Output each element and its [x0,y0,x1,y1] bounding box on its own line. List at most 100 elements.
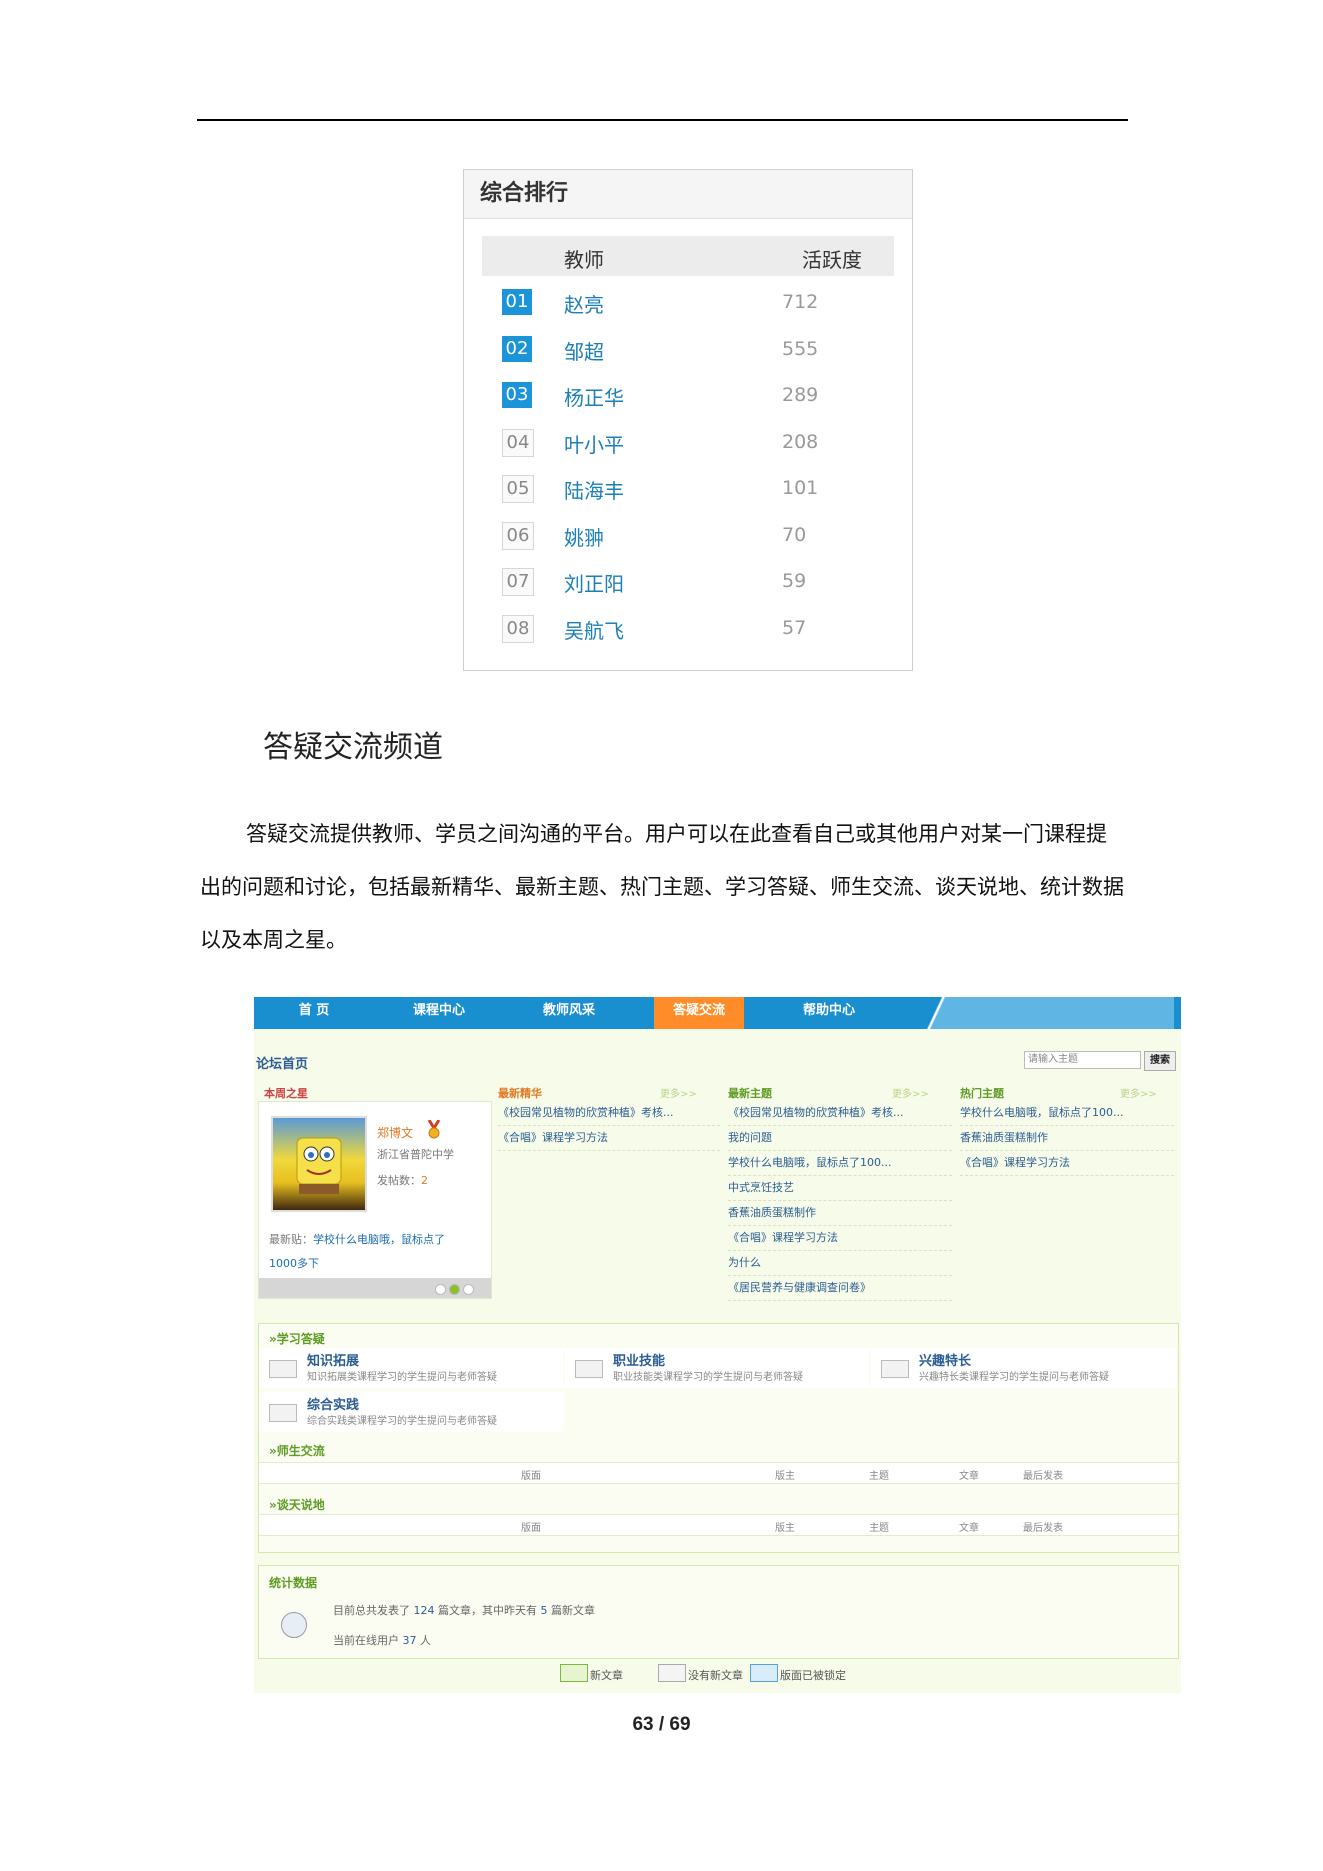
topic-link[interactable]: 我的问题 [728,1126,952,1151]
activity-score: 289 [782,384,819,406]
topic-link[interactable]: 香蕉油质蛋糕制作 [728,1201,952,1226]
lock-icon [750,1664,778,1682]
ranking-row: 06 姚翀 70 [482,515,894,555]
ranking-row: 08 吴航飞 57 [482,608,894,648]
ranking-title: 综合排行 [464,170,912,219]
header-rule [197,119,1128,121]
hot-label: 热门主题 [960,1087,1004,1100]
activity-score: 208 [782,430,819,453]
activity-score: 70 [782,523,807,546]
ranking-row: 02 邹超 555 [482,329,894,369]
teacher-name[interactable]: 杨正华 [564,382,624,411]
star-posts: 发帖数：2 [377,1174,428,1187]
teacher-name[interactable]: 吴航飞 [564,615,624,644]
no-new-post-icon [658,1664,686,1682]
star-latest: 最新贴：学校什么电脑哦，鼠标点了1000多下 [269,1233,445,1270]
chat-columns: 版面 版主 主题 文章 最后发表 [259,1514,1178,1536]
statistics-icon [281,1612,307,1638]
essence-list: 《校园常见植物的欣赏种植》考核... 《合唱》课程学习方法 [498,1101,720,1151]
topic-link[interactable]: 《居民营养与健康调查问卷》 [728,1276,952,1301]
star-label: 本周之星 [264,1087,308,1100]
page-number: 63 / 69 [632,1714,691,1735]
topic-link[interactable]: 学校什么电脑哦，鼠标点了100... [728,1151,952,1176]
teacher-name[interactable]: 姚翀 [564,522,604,551]
topic-link[interactable]: 为什么 [728,1251,952,1276]
star-name[interactable]: 郑博文 [377,1124,413,1141]
teacher-name[interactable]: 刘正阳 [564,568,624,597]
hot-list: 学校什么电脑哦，鼠标点了100... 香蕉油质蛋糕制作 《合唱》课程学习方法 [960,1101,1174,1176]
nav-qa[interactable]: 答疑交流 [654,997,744,1029]
newest-label: 最新主题 [728,1087,772,1100]
ranking-panel: 综合排行 教师 活跃度 01 赵亮 712 02 邹超 555 03 杨正华 289 04 叶小平 2… [463,169,913,671]
essence-label: 最新精华 [498,1087,542,1100]
main-nav: 首 页 课程中心 教师风采 答疑交流 帮助中心 [254,997,1181,1029]
legend-locked: 版面已被锁定 [750,1664,846,1683]
category-vocational[interactable]: 职业技能 职业技能类课程学习的学生提问与老师答疑 [565,1348,869,1388]
activity-score: 555 [782,337,819,360]
board-icon [269,1404,297,1422]
boards-panel: »学习答疑 知识拓展 知识拓展类课程学习的学生提问与老师答疑 职业技能 职业技能… [258,1323,1179,1553]
stats-posts-line: 目前总共发表了 124 篇文章，其中昨天有 5 篇新文章 [333,1604,595,1617]
ranking-row: 04 叶小平 208 [482,422,894,462]
board-icon [575,1360,603,1378]
nav-home[interactable]: 首 页 [254,997,374,1029]
teacher-name[interactable]: 陆海丰 [564,475,624,504]
hot-more-link[interactable]: 更多>> [1120,1085,1157,1100]
essence-more-link[interactable]: 更多>> [660,1085,697,1100]
pager-dot[interactable] [463,1284,474,1295]
category-interest[interactable]: 兴趣特长 兴趣特长类课程学习的学生提问与老师答疑 [871,1348,1177,1388]
legend-new: 新文章 [560,1664,623,1683]
stats-online-line: 当前在线用户 37 人 [333,1634,431,1647]
section-heading: 答疑交流频道 [263,730,443,765]
topic-link[interactable]: 《合唱》课程学习方法 [728,1226,952,1251]
activity-score: 59 [782,570,807,592]
stats-panel: 统计数据 目前总共发表了 124 篇文章，其中昨天有 5 篇新文章 当前在线用户… [258,1565,1179,1659]
category-practice[interactable]: 综合实践 综合实践类课程学习的学生提问与老师答疑 [259,1392,563,1432]
nav-teachers[interactable]: 教师风采 [509,997,629,1029]
topic-link[interactable]: 《校园常见植物的欣赏种植》考核... [498,1101,720,1126]
description-paragraph: 答疑交流提供教师、学员之间沟通的平台。用户可以在此查看自己或其他用户对某一门课程… [200,822,1124,952]
nav-courses[interactable]: 课程中心 [379,997,499,1029]
rank-number: 02 [502,335,532,362]
ranking-row: 07 刘正阳 59 [482,561,894,601]
topic-link[interactable]: 《合唱》课程学习方法 [498,1126,720,1151]
ranking-row: 05 陆海丰 101 [482,468,894,508]
board-icon [881,1360,909,1378]
rank-number: 01 [502,289,532,315]
teacher-name[interactable]: 邹超 [564,336,604,365]
star-school: 浙江省普陀中学 [377,1148,454,1161]
teacher-name[interactable]: 叶小平 [564,429,624,458]
ranking-header: 教师 活跃度 [482,236,894,276]
star-card: 郑博文 浙江省普陀中学 发帖数：2 最新贴：学校什么电脑哦，鼠标点了1000多下 [258,1101,492,1299]
medal-icon [427,1119,441,1143]
exchange-columns: 版面 版主 主题 文章 最后发表 [259,1462,1178,1484]
topic-link[interactable]: 《合唱》课程学习方法 [960,1151,1174,1176]
forum-home-link[interactable]: 论坛首页 [256,1053,308,1072]
nav-help[interactable]: 帮助中心 [769,997,889,1029]
chat-label: »谈天说地 [269,1498,325,1512]
new-post-icon [560,1664,588,1682]
rank-number: 04 [502,428,534,457]
search-input[interactable]: 请输入主题 [1024,1051,1141,1069]
rank-number: 05 [502,475,534,503]
teacher-name[interactable]: 赵亮 [564,289,604,318]
topic-link[interactable]: 中式烹饪技艺 [728,1176,952,1201]
legend-none: 没有新文章 [658,1664,743,1683]
category-knowledge[interactable]: 知识拓展 知识拓展类课程学习的学生提问与老师答疑 [259,1348,563,1388]
stats-label: 统计数据 [269,1576,318,1590]
topic-link[interactable]: 《校园常见植物的欣赏种植》考核... [728,1101,952,1126]
search-button[interactable]: 搜索 [1144,1051,1176,1071]
pager-dot[interactable] [435,1284,446,1295]
rank-number: 08 [502,614,534,643]
newest-more-link[interactable]: 更多>> [892,1085,929,1100]
pager-dot-active[interactable] [449,1284,460,1295]
col-activity: 活跃度 [802,248,862,272]
topic-link[interactable]: 学校什么电脑哦，鼠标点了100... [960,1101,1174,1126]
activity-score: 57 [782,616,807,639]
col-teacher: 教师 [564,248,604,272]
board-icon [269,1360,297,1378]
rank-number: 06 [502,521,534,550]
study-label: »学习答疑 [269,1332,325,1346]
topic-link[interactable]: 香蕉油质蛋糕制作 [960,1126,1174,1151]
activity-score: 101 [782,477,819,499]
